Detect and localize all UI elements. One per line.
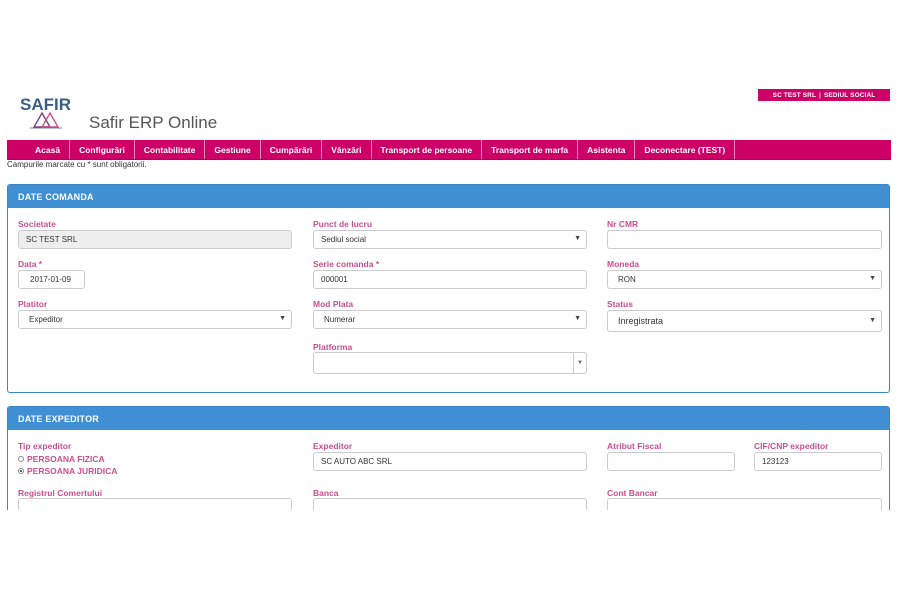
data-input[interactable]: 2017-01-09 bbox=[18, 270, 85, 289]
societate-value: SC TEST SRL bbox=[26, 235, 78, 244]
nav-item-cumparari[interactable]: Cumpărări bbox=[261, 140, 323, 159]
nav-item-transport-persoane[interactable]: Transport de persoane bbox=[372, 140, 483, 159]
expeditor-value: SC AUTO ABC SRL bbox=[321, 457, 392, 466]
company-badge[interactable]: SC TEST SRL | SEDIUL SOCIAL bbox=[758, 89, 890, 101]
platitor-select[interactable]: Expeditor ▼ bbox=[18, 310, 292, 329]
status-label: Status bbox=[607, 299, 633, 309]
societate-field: SC TEST SRL bbox=[18, 230, 292, 249]
chevron-down-icon: ▼ bbox=[869, 317, 876, 324]
serie-label: Serie comanda * bbox=[313, 259, 380, 269]
mod-plata-label: Mod Plata bbox=[313, 299, 354, 309]
panel-date-comanda: DATE COMANDA Societate SC TEST SRL Punct… bbox=[7, 184, 890, 393]
banca-label: Banca bbox=[313, 488, 339, 498]
data-value: 2017-01-09 bbox=[30, 275, 71, 284]
radio-label-fizica: PERSOANA FIZICA bbox=[27, 454, 105, 464]
expeditor-input[interactable]: SC AUTO ABC SRL bbox=[313, 452, 587, 471]
atribut-fiscal-label: Atribut Fiscal bbox=[607, 441, 662, 451]
platitor-value: Expeditor bbox=[29, 315, 63, 324]
atribut-fiscal-input[interactable] bbox=[607, 452, 735, 471]
app-title: Safir ERP Online bbox=[89, 113, 218, 132]
platforma-label: Platforma bbox=[313, 342, 353, 352]
radio-persoana-fizica[interactable]: PERSOANA FIZICA bbox=[18, 454, 105, 464]
cif-value: 123123 bbox=[762, 457, 789, 466]
status-value: Inregistrata bbox=[618, 316, 664, 326]
nav-item-asistenta[interactable]: Asistenta bbox=[578, 140, 636, 159]
punct-lucru-value: Sediul social bbox=[321, 235, 366, 244]
logo-wordmark: SAFIR bbox=[20, 95, 71, 114]
nav-item-deconectare[interactable]: Deconectare (TEST) bbox=[635, 140, 736, 159]
radio-persoana-juridica[interactable]: PERSOANA JURIDICA bbox=[18, 466, 117, 476]
company-name: SC TEST SRL bbox=[772, 91, 817, 99]
expeditor-label: Expeditor bbox=[313, 441, 353, 451]
panel-date-expeditor: DATE EXPEDITOR Tip expeditor PERSOANA FI… bbox=[7, 406, 890, 510]
mod-plata-select[interactable]: Numerar ▼ bbox=[313, 310, 587, 329]
moneda-value: RON bbox=[618, 275, 636, 284]
moneda-select[interactable]: RON ▼ bbox=[607, 270, 882, 289]
nav-item-vanzari[interactable]: Vânzări bbox=[322, 140, 372, 159]
radio-checked-icon[interactable] bbox=[18, 468, 24, 474]
punct-lucru-select[interactable]: Sediul social ▼ bbox=[313, 230, 587, 249]
nav-item-gestiune[interactable]: Gestiune bbox=[205, 140, 261, 159]
mod-plata-value: Numerar bbox=[324, 315, 356, 324]
nav-item-acasa[interactable]: Acasă bbox=[7, 140, 71, 159]
cont-bancar-input[interactable] bbox=[607, 498, 882, 510]
radio-circle-icon[interactable] bbox=[18, 456, 24, 462]
status-select[interactable]: Inregistrata ▼ bbox=[607, 310, 882, 332]
chevron-down-icon: ▼ bbox=[573, 353, 586, 373]
societate-label: Societate bbox=[18, 219, 56, 229]
platforma-select[interactable]: ▼ bbox=[313, 352, 587, 374]
punct-lucru-label: Punct de lucru bbox=[313, 219, 373, 229]
nav-item-configurari[interactable]: Configurări bbox=[70, 140, 135, 159]
data-label: Data * bbox=[18, 259, 43, 269]
safir-logo: SAFIR bbox=[20, 95, 71, 129]
nav-item-transport-marfa[interactable]: Transport de marfa bbox=[482, 140, 579, 159]
chevron-down-icon: ▼ bbox=[574, 235, 581, 242]
banca-input[interactable] bbox=[313, 498, 587, 510]
chevron-down-icon: ▼ bbox=[869, 275, 876, 282]
moneda-label: Moneda bbox=[607, 259, 640, 269]
chevron-down-icon: ▼ bbox=[574, 315, 581, 322]
location-name: SEDIUL SOCIAL bbox=[823, 91, 876, 99]
nr-cmr-label: Nr CMR bbox=[607, 219, 639, 229]
nr-cmr-input[interactable] bbox=[607, 230, 882, 249]
main-nav: Acasă Configurări Contabilitate Gestiune… bbox=[7, 140, 891, 160]
cont-bancar-label: Cont Bancar bbox=[607, 488, 658, 498]
required-note: Campurile marcate cu * sunt obligatorii. bbox=[7, 160, 147, 169]
registrul-label: Registrul Comertului bbox=[18, 488, 103, 498]
cif-input[interactable]: 123123 bbox=[754, 452, 882, 471]
panel-title-comanda: DATE COMANDA bbox=[8, 185, 889, 208]
cif-label: CIF/CNP expeditor bbox=[754, 441, 829, 451]
serie-input[interactable]: 000001 bbox=[313, 270, 587, 289]
serie-value: 000001 bbox=[321, 275, 348, 284]
tip-expeditor-label: Tip expeditor bbox=[18, 441, 72, 451]
radio-label-juridica: PERSOANA JURIDICA bbox=[27, 466, 118, 476]
platitor-label: Platitor bbox=[18, 299, 48, 309]
registrul-input[interactable] bbox=[18, 498, 292, 510]
nav-item-contabilitate[interactable]: Contabilitate bbox=[135, 140, 206, 159]
chevron-down-icon: ▼ bbox=[279, 315, 286, 322]
panel-title-expeditor: DATE EXPEDITOR bbox=[8, 407, 889, 430]
